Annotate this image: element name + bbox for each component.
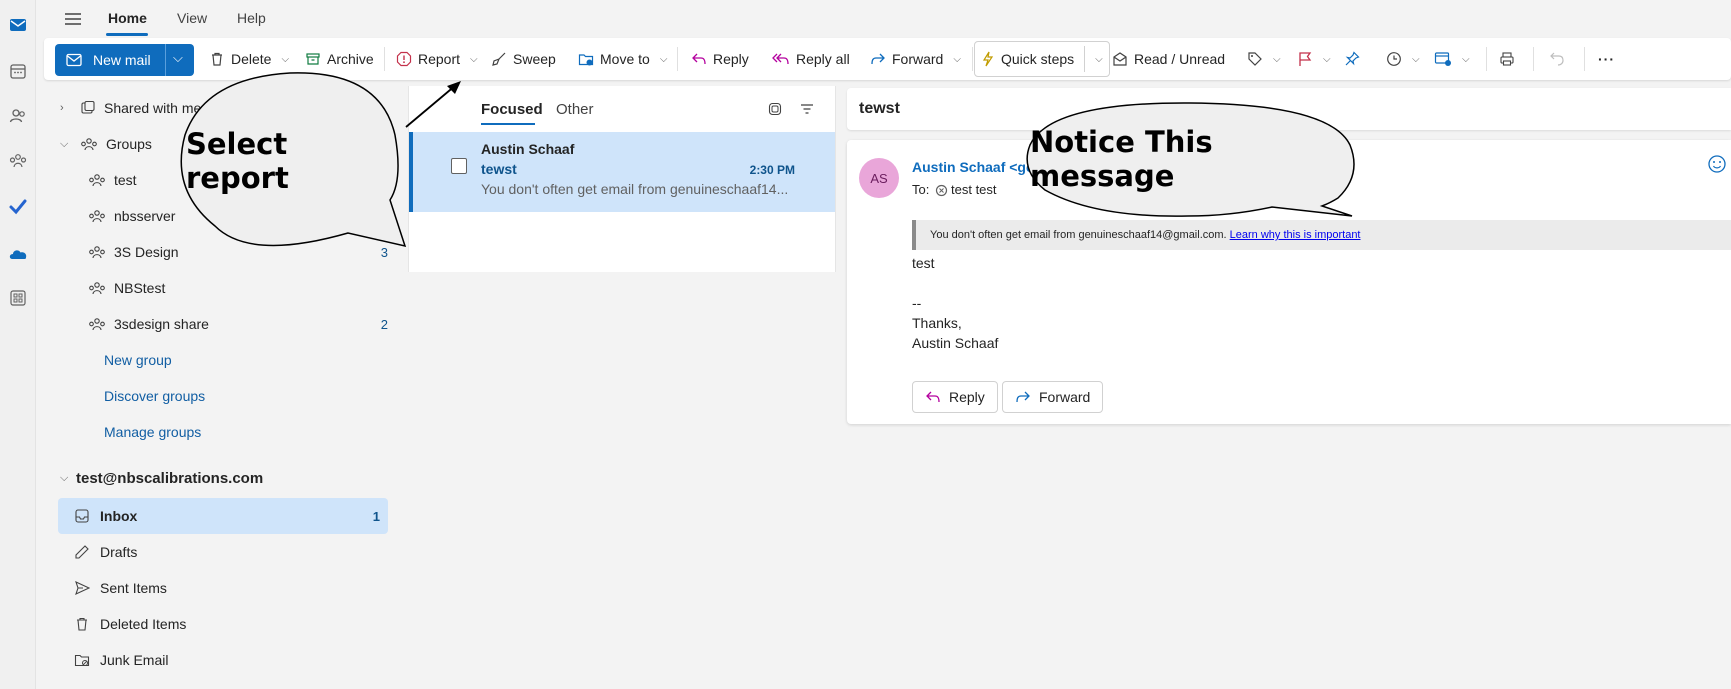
select-report-callout: Select report	[186, 127, 289, 195]
notice-message-callout: Notice This message	[1030, 125, 1213, 193]
arrow-head-icon	[447, 81, 461, 94]
annotation-overlay	[180, 72, 1355, 248]
callout-arrow	[405, 84, 457, 128]
